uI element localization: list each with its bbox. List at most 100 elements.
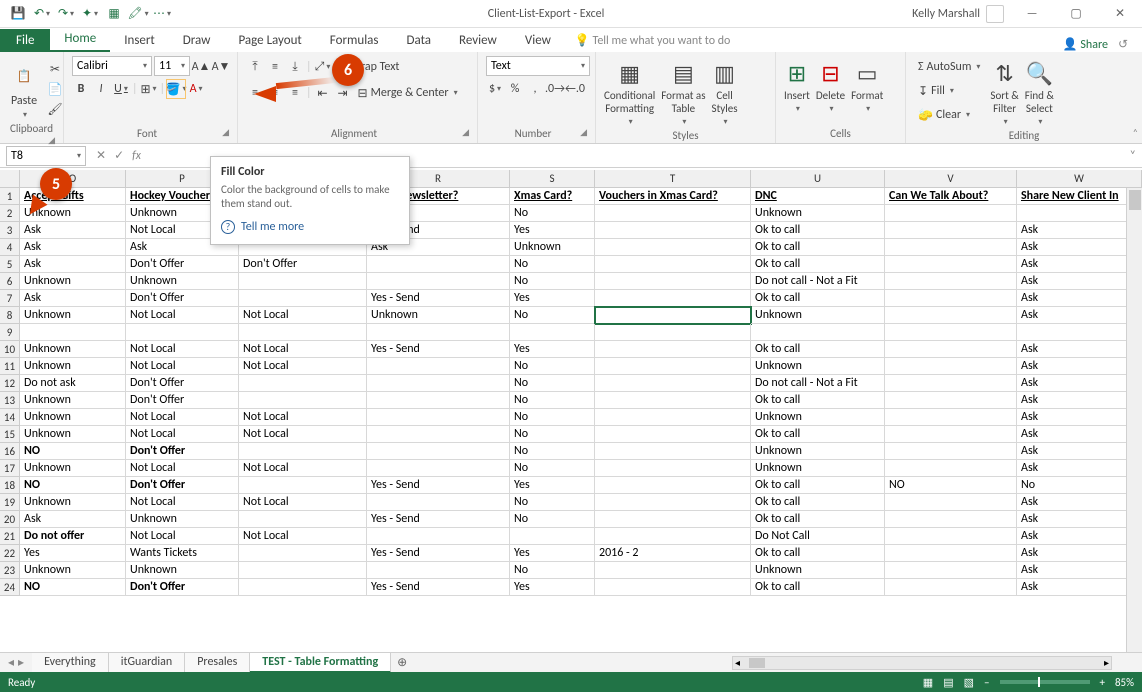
row-header[interactable]: 17 [0,460,20,477]
tab-data[interactable]: Data [393,29,446,52]
number-format-combo[interactable]: Text▾ [486,56,590,76]
cell[interactable] [239,511,367,528]
vertical-scrollbar[interactable] [1126,188,1142,652]
row-header[interactable]: 8 [0,307,20,324]
tab-view[interactable]: View [511,29,565,52]
find-select-button[interactable]: 🔍Find & Select▾ [1025,56,1054,127]
file-tab[interactable]: File [0,29,50,52]
cell[interactable]: Yes - Send [367,290,510,307]
collapse-ribbon-icon[interactable]: ˄ [1133,126,1138,139]
cell[interactable]: Ask [20,256,126,273]
cell[interactable] [595,290,751,307]
cell[interactable]: Not Local [126,528,239,545]
sort-filter-button[interactable]: ⇅Sort & Filter▾ [990,56,1018,127]
cell[interactable]: Unknown [751,460,885,477]
cell[interactable] [239,477,367,494]
paste-button[interactable]: 📋 Paste▾ [8,56,40,120]
tooltip-help-link[interactable]: ?Tell me more [221,220,399,234]
cell[interactable]: Don't Offer [126,256,239,273]
cell[interactable]: Yes [510,222,595,239]
merge-center-button[interactable]: ⊟Merge & Center▾ [354,82,462,104]
cell[interactable]: Unknown [751,409,885,426]
cell[interactable]: Yes [510,290,595,307]
zoom-in-button[interactable]: + [1100,676,1105,689]
cell[interactable] [595,239,751,256]
cell[interactable]: Ask [1017,307,1142,324]
normal-view-icon[interactable]: ▦ [923,676,933,689]
tab-draw[interactable]: Draw [169,29,225,52]
underline-button[interactable]: U▾ [112,80,130,98]
cell[interactable] [595,392,751,409]
cell[interactable]: Ask [1017,511,1142,528]
font-color-button[interactable]: A▾ [187,80,205,98]
cell[interactable]: Ok to call [751,545,885,562]
cell[interactable] [367,443,510,460]
cell[interactable]: Unknown [510,239,595,256]
cell[interactable]: Yes [510,341,595,358]
cell[interactable] [367,375,510,392]
cell[interactable]: Yes - Send [367,341,510,358]
cell[interactable] [239,579,367,596]
cell[interactable]: Yes - Send [367,545,510,562]
cell[interactable]: Do Not Call [751,528,885,545]
row-header[interactable]: 7 [0,290,20,307]
cell[interactable] [239,562,367,579]
cell[interactable] [595,205,751,222]
cell[interactable]: No [510,562,595,579]
qat-highlight-icon[interactable]: 🖍▾ [128,4,148,24]
cell[interactable] [885,494,1017,511]
cell[interactable]: Ask [1017,562,1142,579]
cell[interactable]: Ask [20,290,126,307]
row-header[interactable]: 19 [0,494,20,511]
cell[interactable]: No [510,273,595,290]
cell[interactable] [595,375,751,392]
increase-indent-icon[interactable]: ⇥ [334,84,352,102]
column-header[interactable]: V [885,170,1017,188]
cell[interactable]: Ok to call [751,426,885,443]
sheet-first-icon[interactable]: ◂ [8,655,14,670]
cell[interactable]: Ok to call [751,494,885,511]
cell[interactable] [239,443,367,460]
cell[interactable]: Unknown [20,392,126,409]
cell[interactable] [885,409,1017,426]
cell[interactable]: Ok to call [751,256,885,273]
row-header[interactable]: 24 [0,579,20,596]
cell[interactable] [595,358,751,375]
conditional-formatting-button[interactable]: ▦Conditional Formatting▾ [604,56,655,127]
row-header[interactable]: 15 [0,426,20,443]
cell[interactable]: Not Local [126,426,239,443]
cell[interactable] [595,324,751,341]
row-header[interactable]: 20 [0,511,20,528]
cell[interactable] [885,392,1017,409]
cell[interactable]: Don't Offer [126,477,239,494]
cell[interactable] [595,426,751,443]
maximize-button[interactable]: ▢ [1054,0,1098,28]
row-header[interactable]: 10 [0,341,20,358]
increase-decimal-icon[interactable]: .0→ [546,80,564,98]
cell[interactable]: No [1017,477,1142,494]
cell[interactable]: Do not ask [20,375,126,392]
cell[interactable] [595,256,751,273]
cell[interactable]: Not Local [126,358,239,375]
new-sheet-button[interactable]: ⊕ [391,655,413,670]
cell[interactable] [595,494,751,511]
cell[interactable] [885,375,1017,392]
orientation-icon[interactable]: ⤢▾ [314,58,332,76]
cell[interactable] [510,528,595,545]
cell[interactable]: Ok to call [751,511,885,528]
clear-button[interactable]: 🧽Clear▾ [914,104,984,126]
cell[interactable] [510,324,595,341]
format-as-table-button[interactable]: ▤Format as Table▾ [661,56,705,127]
decrease-indent-icon[interactable]: ⇤ [314,84,332,102]
column-header[interactable]: O [20,170,126,188]
cell[interactable]: Don't Offer [126,579,239,596]
cell[interactable] [885,511,1017,528]
cell[interactable]: Not Local [239,426,367,443]
sheet-prev-icon[interactable]: ▸ [18,655,24,670]
cell[interactable]: No [510,392,595,409]
cell[interactable] [595,579,751,596]
cell[interactable]: Ask [1017,341,1142,358]
cell[interactable]: No [510,307,595,324]
cancel-edit-icon[interactable]: ✕ [96,148,106,163]
italic-button[interactable]: I [92,80,110,98]
